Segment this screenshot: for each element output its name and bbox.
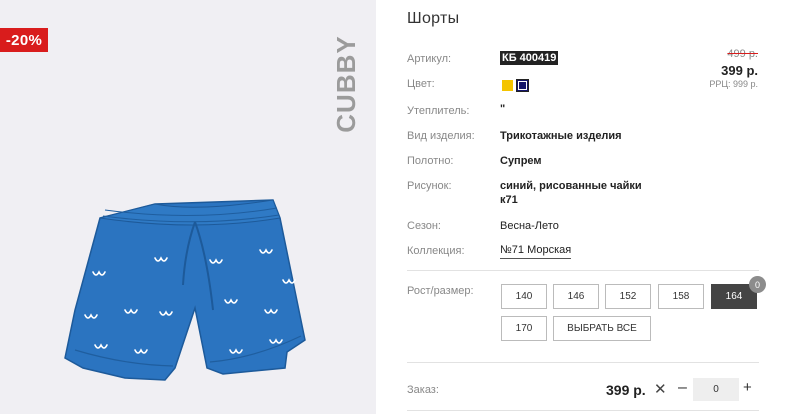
color-label: Цвет: [407, 78, 435, 90]
product-type-label: Вид изделия: [407, 130, 475, 142]
quantity-increase-button[interactable]: + [743, 379, 752, 396]
divider [407, 362, 759, 363]
size-button-170[interactable]: 170 [501, 316, 547, 341]
pattern-label: Рисунок: [407, 180, 452, 192]
recommended-retail-price: РРЦ: 999 р. [709, 79, 758, 89]
order-total-price: 399 р. [606, 382, 646, 398]
size-label: Рост/размер: [407, 285, 474, 297]
size-button-158[interactable]: 158 [658, 284, 704, 309]
season-value: Весна-Лето [500, 220, 559, 232]
fabric-value: Супрем [500, 155, 542, 167]
article-label: Артикул: [407, 53, 452, 65]
order-label: Заказ: [407, 384, 439, 396]
select-all-sizes-button[interactable]: ВЫБРАТЬ ВСЕ [553, 316, 651, 341]
color-swatch-yellow[interactable] [502, 80, 513, 91]
discount-badge: -20% [0, 28, 48, 52]
quantity-input[interactable] [693, 378, 739, 401]
collection-value: №71 Морская [500, 244, 572, 259]
size-button-146[interactable]: 146 [553, 284, 599, 309]
insulation-label: Утеплитель: [407, 105, 470, 117]
size-button-140[interactable]: 140 [501, 284, 547, 309]
collection-label: Коллекция: [407, 245, 465, 257]
product-title: Шорты [407, 10, 460, 27]
color-swatch-navy[interactable] [516, 79, 529, 92]
close-icon[interactable]: ✕ [654, 380, 667, 398]
quantity-decrease-button[interactable]: – [678, 379, 687, 397]
product-image-panel: -20% CUBBY [0, 0, 376, 414]
brand-logo: CUBBY [331, 35, 361, 132]
article-value: КБ 400419 [500, 51, 559, 65]
article-number: КБ 400419 [500, 51, 559, 65]
divider [407, 270, 759, 271]
product-photo-shorts [64, 199, 306, 381]
size-count-badge: 0 [749, 276, 766, 293]
season-label: Сезон: [407, 220, 441, 232]
collection-link[interactable]: №71 Морская [500, 244, 572, 259]
insulation-value: " [500, 103, 506, 115]
pattern-value-line1: синий, рисованные чайки [500, 180, 642, 192]
divider [407, 410, 759, 411]
svg-text:CUBBY: CUBBY [331, 35, 361, 132]
fabric-label: Полотно: [407, 155, 454, 167]
old-price: 499 р. [727, 48, 758, 60]
product-type-value: Трикотажные изделия [500, 130, 622, 142]
pattern-value-line2: к71 [500, 194, 518, 206]
current-price: 399 р. [721, 63, 758, 78]
size-button-152[interactable]: 152 [605, 284, 651, 309]
